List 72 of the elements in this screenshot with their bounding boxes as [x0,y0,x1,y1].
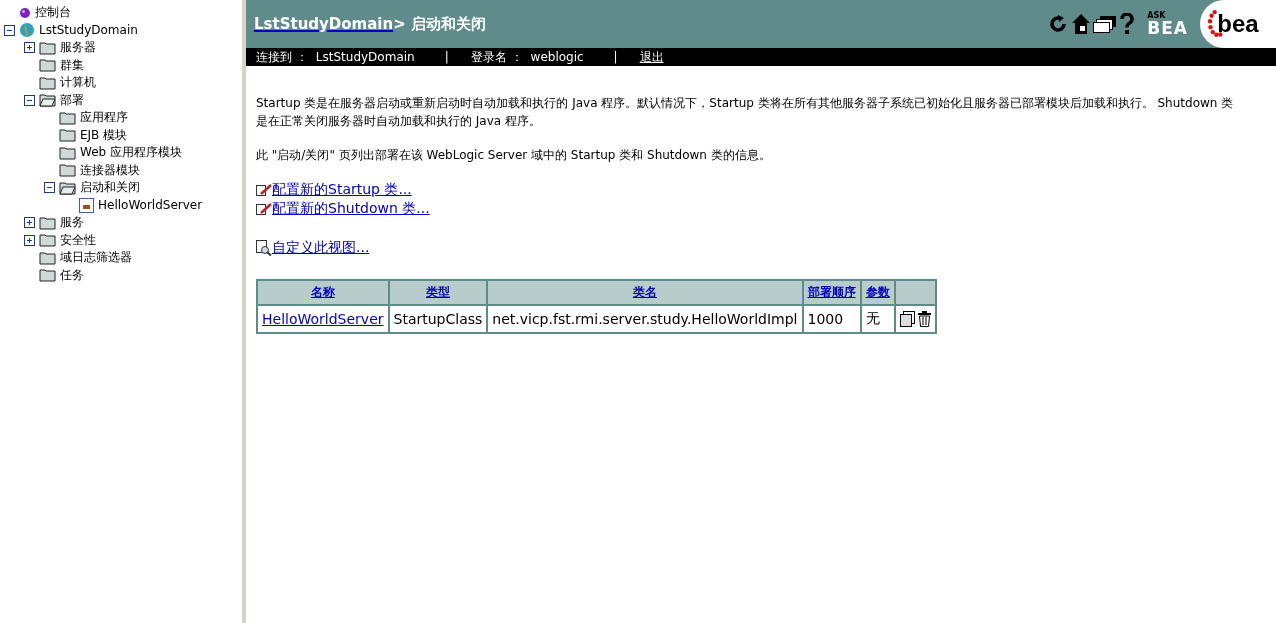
configure-link[interactable]: 配置新的Startup 类... [272,180,412,199]
table-cell: 无 [860,305,895,333]
expand-icon[interactable] [24,217,35,229]
tree-item[interactable]: 启动和关闭 [80,179,140,197]
name-link[interactable]: HelloWorldServer [257,305,389,333]
folder-icon [39,75,56,90]
domain-name: LstStudyDomain [315,50,415,64]
column-header[interactable]: 参数 [860,280,895,305]
login-label: 登录名 ： [470,48,523,66]
connected-label: 连接到 ： [256,48,308,66]
magnifier-icon [256,239,272,256]
user-name: weblogic [530,50,584,64]
copy-icon[interactable] [899,311,915,327]
folder-icon [39,250,56,265]
java-class-icon [79,197,94,213]
tree-item[interactable]: 域日志筛选器 [60,249,132,267]
tree-item[interactable]: 连接器模块 [80,161,140,179]
tree-item[interactable]: 部署 [60,91,84,109]
folder-icon [39,215,56,230]
tree-item[interactable]: 安全性 [60,231,96,249]
separator: | [444,50,449,64]
help-icon[interactable] [1119,13,1136,35]
expand-icon[interactable] [24,234,35,246]
page-title: > 启动和关闭 [393,14,486,34]
domain-link[interactable]: LstStudyDomain [254,15,394,33]
tree-item[interactable]: 计算机 [60,74,96,92]
configure-link[interactable]: 配置新的Shutdown 类... [272,199,430,218]
customize-view-link[interactable]: 自定义此视图... [272,238,370,257]
folder-icon [39,233,56,248]
folder-icon [59,145,76,160]
tree-item[interactable]: EJB 模块 [80,126,128,144]
tree-item[interactable]: Web 应用程序模块 [80,144,182,162]
folder-icon [59,128,76,143]
collapse-icon[interactable] [4,24,15,36]
tree-item[interactable]: 任务 [60,266,84,284]
expand-icon[interactable] [24,42,35,54]
sphere-icon [19,6,31,19]
edit-icon [256,201,272,216]
globe-icon [19,22,35,39]
ask-bea-link[interactable]: ASK BEA [1147,11,1188,37]
tree-item[interactable]: 服务 [60,214,84,232]
open-folder-icon [59,180,76,195]
collapse-icon[interactable] [24,94,35,106]
column-header[interactable]: 名称 [257,280,389,305]
column-header[interactable]: 类型 [388,280,488,305]
windows-icon[interactable] [1093,15,1118,33]
tree-item[interactable]: 群集 [60,56,84,74]
open-folder-icon [39,93,56,108]
column-header[interactable]: 部署顺序 [802,280,861,305]
table-cell: net.vicp.fst.rmi.server.study.HelloWorldImpl [487,305,803,333]
folder-icon [39,40,56,55]
folder-icon [39,58,56,73]
tree-item[interactable]: 服务器 [60,39,96,57]
description-text: 此 "启动/关闭" 页列出部署在该 WebLogic Server 域中的 Startup 类和 Shutdown 类的信息。 [256,147,772,164]
tree-item[interactable]: HelloWorldServer [98,198,203,213]
table-cell: 1000 [802,305,861,333]
description-text: Startup 类是在服务器启动或重新启动时自动加载和执行的 Java 程序。默认情况下，Startup 类将在所有其他服务器子系统已初始化且服务器已部署模块后加载和执行。 Shutdown 类是在正常关闭服务器时自动加载和执行的 Java 程序。 [256,95,1235,130]
bea-logo: bea [1200,0,1276,48]
separator: | [613,50,618,64]
tree-item[interactable]: LstStudyDomain [39,23,138,38]
edit-icon [256,182,272,197]
collapse-icon[interactable] [44,182,55,194]
tree-item[interactable]: 控制台 [35,4,71,22]
column-header[interactable]: 类名 [487,280,803,305]
folder-icon [59,110,76,125]
trash-icon[interactable] [917,311,931,327]
table-cell: StartupClass [388,305,488,333]
folder-icon [39,268,56,283]
tree-item[interactable]: 应用程序 [80,109,128,127]
home-icon[interactable] [1071,13,1092,35]
folder-icon [59,163,76,178]
logout-link[interactable]: 退出 [639,48,664,66]
